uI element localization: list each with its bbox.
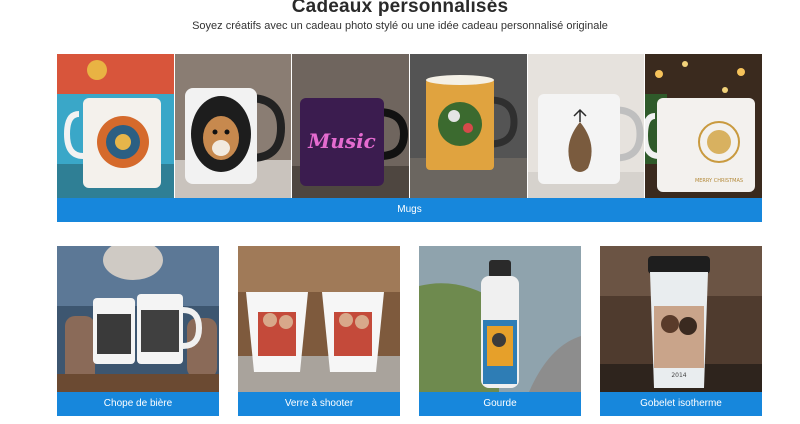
mugs-label: Mugs [57,198,762,222]
mugs-image-strip: Music MERRY CHRISTMAS [57,54,763,198]
page-title: Cadeaux personnalisés [291,0,509,17]
water-bottle-photo [419,246,581,392]
mug-pinecone-photo [527,54,646,198]
category-label: Gobelet isotherme [600,392,762,416]
category-label: Verre à shooter [238,392,400,416]
category-card-chope-de-biere[interactable]: Chope de bière [57,246,219,416]
category-card-gobelet-isotherme[interactable]: 2014 Gobelet isotherme [600,246,762,416]
music-mug-text: Music [307,129,376,153]
mug-floral-photo [57,54,175,198]
mug-dog-photo [174,54,293,198]
tumbler-print-text: 2014 [671,372,686,379]
beer-mug-photo [57,246,219,392]
christmas-mug-text: MERRY CHRISTMAS [695,178,743,184]
category-label: Gourde [419,392,581,416]
mug-christmas-ornament-photo: MERRY CHRISTMAS [645,54,763,198]
mug-enamel-floral-photo [410,54,528,198]
travel-tumbler-photo: 2014 [600,246,762,392]
shot-glass-photo [238,246,400,392]
category-label: Chope de bière [57,392,219,416]
mug-music-photo: Music [292,54,411,198]
category-card-verre-a-shooter[interactable]: Verre à shooter [238,246,400,416]
category-card-gourde[interactable]: Gourde [419,246,581,416]
mugs-category-banner[interactable]: Music MERRY CHRISTMAS Mugs [57,54,763,222]
page-subtitle: Soyez créatifs avec un cadeau photo styl… [192,20,608,32]
